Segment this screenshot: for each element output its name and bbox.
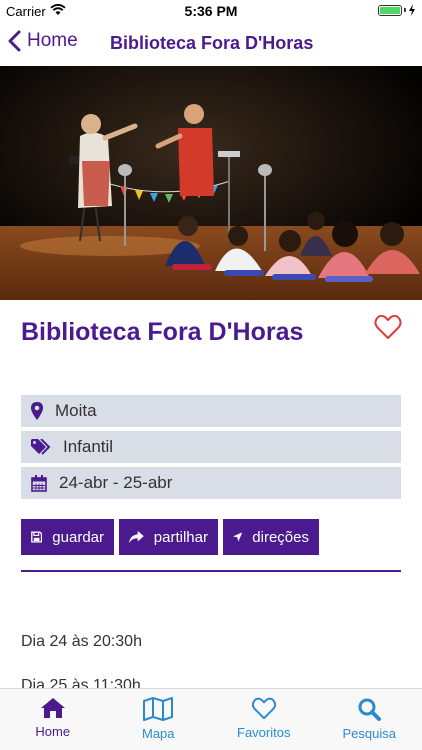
action-buttons: guardar partilhar direções xyxy=(21,519,319,555)
directions-button[interactable]: direções xyxy=(223,519,319,555)
schedule-line: Dia 24 às 20:30h xyxy=(21,633,142,650)
clock: 5:36 PM xyxy=(184,3,238,19)
back-button-label: Home xyxy=(27,30,78,51)
tab-label: Favoritos xyxy=(237,725,291,740)
tab-map[interactable]: Mapa xyxy=(106,689,212,750)
back-button[interactable]: Home xyxy=(8,30,78,52)
tags-icon xyxy=(31,439,51,455)
directions-button-label: direções xyxy=(252,528,309,546)
event-title: Biblioteca Fora D'Horas xyxy=(21,318,304,346)
tab-bar: Home Mapa Favoritos Pesquisa xyxy=(0,688,422,750)
event-photo xyxy=(0,66,422,300)
location-arrow-icon xyxy=(233,532,243,542)
tab-favorites[interactable]: Favoritos xyxy=(211,689,317,750)
share-arrow-icon xyxy=(129,530,144,544)
floppy-disk-icon xyxy=(31,531,43,543)
tab-label: Pesquisa xyxy=(342,726,396,741)
section-divider xyxy=(21,570,401,572)
heart-icon xyxy=(251,697,276,720)
battery-icon xyxy=(378,4,416,16)
category-label: Infantil xyxy=(63,437,114,456)
share-button[interactable]: partilhar xyxy=(119,519,218,555)
charging-icon xyxy=(409,4,415,16)
heart-icon xyxy=(374,314,402,339)
save-button[interactable]: guardar xyxy=(21,519,114,555)
home-icon xyxy=(40,698,65,718)
tab-label: Mapa xyxy=(141,726,175,741)
tab-home[interactable]: Home xyxy=(0,689,106,750)
location-row: Moita xyxy=(21,395,401,427)
dates-label: 24-abr - 25-abr xyxy=(59,473,173,492)
status-bar: Carrier 5:36 PM xyxy=(0,0,422,22)
navigation-bar: Home Biblioteca Fora D'Horas xyxy=(0,22,422,66)
dates-row: 24-abr - 25-abr xyxy=(21,467,401,499)
favorite-heart-button[interactable] xyxy=(374,314,402,345)
save-button-label: guardar xyxy=(52,528,104,546)
chevron-left-icon xyxy=(8,30,21,52)
nav-title: Biblioteca Fora D'Horas xyxy=(110,33,314,53)
calendar-icon xyxy=(31,474,47,492)
share-button-label: partilhar xyxy=(153,528,208,546)
tab-label: Home xyxy=(35,724,71,739)
search-icon xyxy=(358,698,382,721)
category-row: Infantil xyxy=(21,431,401,463)
location-label: Moita xyxy=(55,401,97,420)
map-pin-icon xyxy=(31,402,43,420)
tab-search[interactable]: Pesquisa xyxy=(317,689,422,750)
map-icon xyxy=(143,697,174,721)
